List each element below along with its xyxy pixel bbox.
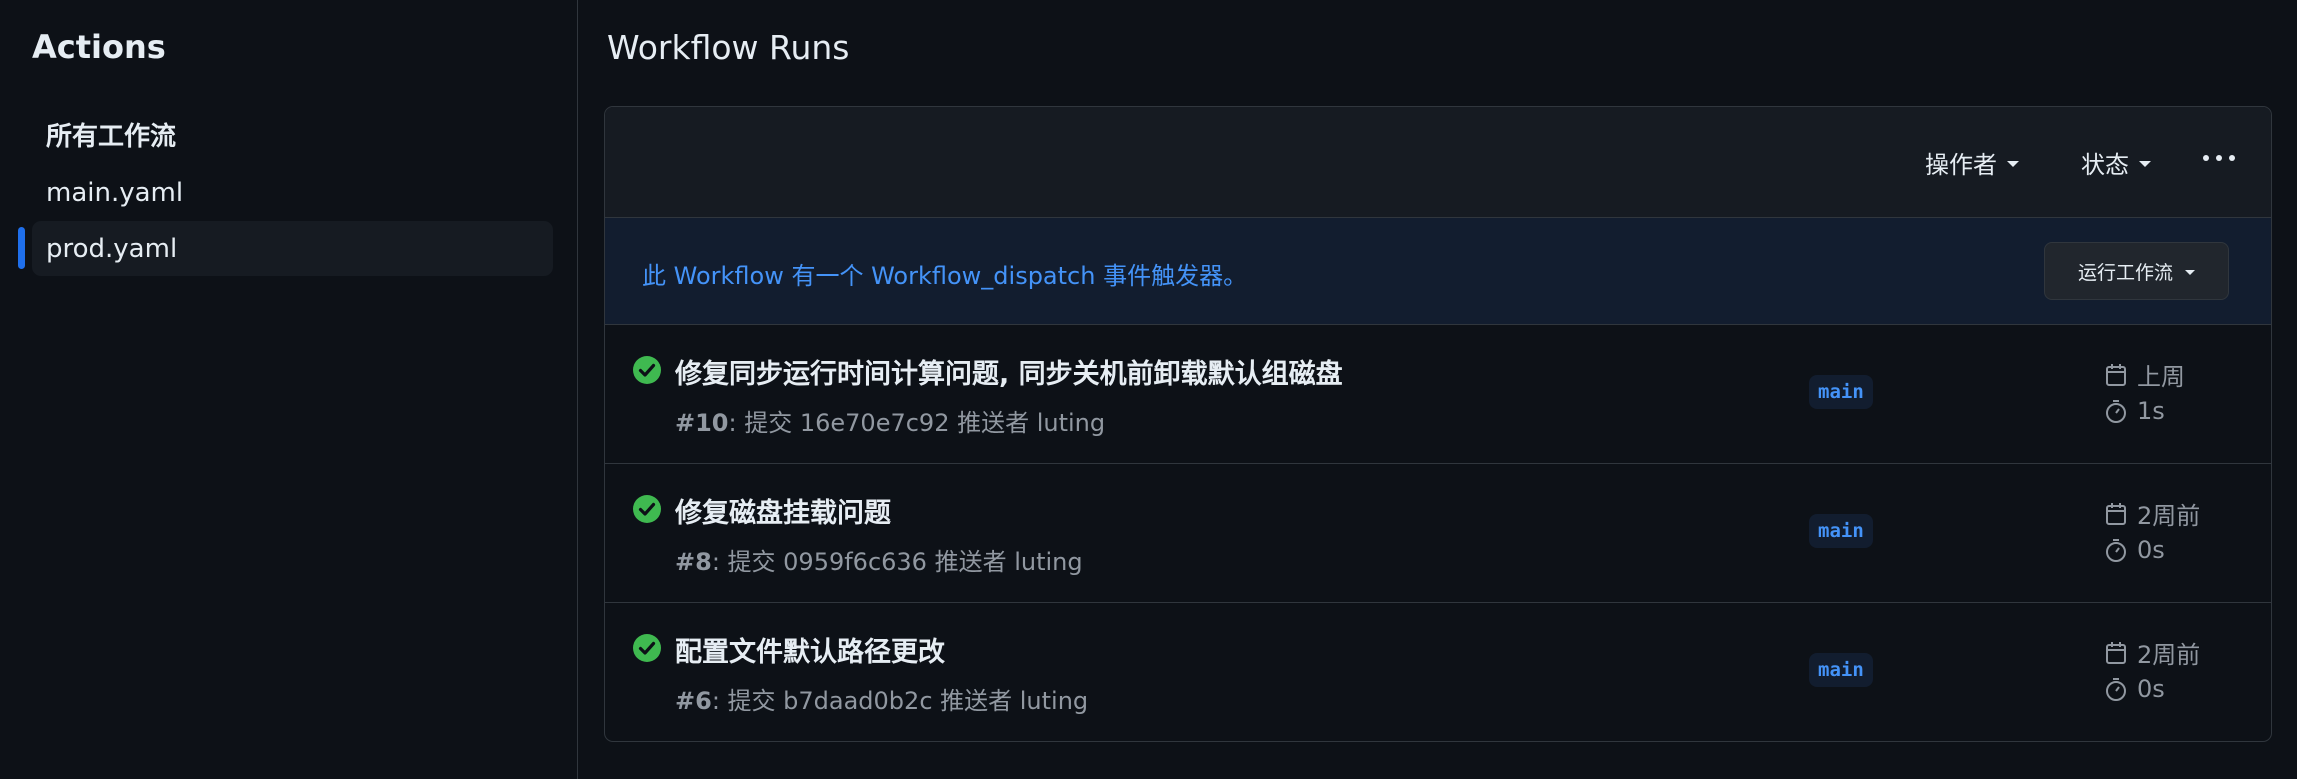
triangle-down-icon xyxy=(2185,269,2195,275)
run-meta: #8: 提交 0959f6c636 推送者 luting xyxy=(675,542,1083,577)
run-time: 上周 xyxy=(2103,357,2185,392)
branch-label[interactable]: main xyxy=(1809,653,1873,687)
check-circle-icon xyxy=(633,495,661,523)
sidebar-item-all-workflows[interactable]: 所有工作流 xyxy=(32,107,553,162)
kebab-horizontal-icon xyxy=(2203,155,2209,161)
stopwatch-icon xyxy=(2106,678,2126,701)
calendar-icon xyxy=(2106,641,2126,664)
branch-label[interactable]: main xyxy=(1809,375,1873,409)
workflow-run-row[interactable]: 配置文件默认路径更改 #6: 提交 b7daad0b2c 推送者 luting … xyxy=(605,603,2271,741)
check-circle-icon xyxy=(633,634,661,662)
actor-filter-label: 操作者 xyxy=(1925,151,1997,179)
more-options-button[interactable] xyxy=(2199,143,2239,173)
run-workflow-label: 运行工作流 xyxy=(2077,261,2173,284)
run-time-label: 2周前 xyxy=(2137,502,2201,530)
run-number: #6 xyxy=(675,687,712,715)
calendar-icon xyxy=(2106,502,2126,525)
stopwatch-icon xyxy=(2106,539,2126,562)
sidebar-item-main-yaml[interactable]: main.yaml xyxy=(32,165,553,220)
run-time-label: 上周 xyxy=(2137,363,2185,391)
status-filter-dropdown[interactable]: 状态 xyxy=(2081,145,2151,180)
panel-header: 操作者 状态 xyxy=(605,107,2271,218)
workflow-dispatch-banner: 此 Workflow 有一个 Workflow_dispatch 事件触发器。 … xyxy=(605,218,2271,325)
workflow-runs-panel: 操作者 状态 此 Workflow 有一个 Workflow_dispatch … xyxy=(604,106,2272,742)
run-workflow-button[interactable]: 运行工作流 xyxy=(2044,242,2229,300)
calendar-icon xyxy=(2106,363,2126,386)
page-title: Workflow Runs xyxy=(607,28,850,67)
app-root: Actions 所有工作流 main.yaml prod.yaml Workfl… xyxy=(0,0,2297,779)
run-commit-info: : 提交 b7daad0b2c 推送者 luting xyxy=(711,687,1089,715)
run-time-label: 2周前 xyxy=(2137,641,2201,669)
selected-indicator xyxy=(18,227,25,269)
run-duration-label: 0s xyxy=(2137,675,2165,703)
dispatch-message: 此 Workflow 有一个 Workflow_dispatch 事件触发器。 xyxy=(642,262,1248,290)
status-filter-label: 状态 xyxy=(2081,151,2129,179)
run-commit-info: : 提交 16e70e7c92 推送者 luting xyxy=(728,409,1106,437)
actor-filter-dropdown[interactable]: 操作者 xyxy=(1925,145,2019,180)
check-circle-icon xyxy=(633,356,661,384)
run-meta: #10: 提交 16e70e7c92 推送者 luting xyxy=(675,403,1105,438)
run-title[interactable]: 修复同步运行时间计算问题, 同步关机前卸载默认组磁盘 xyxy=(675,352,1343,391)
sidebar: Actions 所有工作流 main.yaml prod.yaml xyxy=(0,0,578,779)
triangle-down-icon xyxy=(2139,160,2151,167)
run-time: 2周前 xyxy=(2103,635,2200,670)
branch-label[interactable]: main xyxy=(1809,514,1873,548)
workflow-run-row[interactable]: 修复同步运行时间计算问题, 同步关机前卸载默认组磁盘 #10: 提交 16e70… xyxy=(605,325,2271,464)
stopwatch-icon xyxy=(2106,400,2126,423)
run-time: 2周前 xyxy=(2103,496,2200,531)
triangle-down-icon xyxy=(2007,160,2019,167)
run-duration: 0s xyxy=(2103,675,2165,703)
run-duration-label: 0s xyxy=(2137,536,2165,564)
run-number: #8 xyxy=(675,548,712,576)
run-title[interactable]: 配置文件默认路径更改 xyxy=(675,630,945,669)
run-title[interactable]: 修复磁盘挂载问题 xyxy=(675,491,891,530)
sidebar-title: Actions xyxy=(32,28,166,66)
run-duration: 1s xyxy=(2103,397,2165,425)
run-number: #10 xyxy=(675,409,729,437)
run-commit-info: : 提交 0959f6c636 推送者 luting xyxy=(711,548,1083,576)
workflow-run-row[interactable]: 修复磁盘挂载问题 #8: 提交 0959f6c636 推送者 luting ma… xyxy=(605,464,2271,603)
run-duration-label: 1s xyxy=(2137,397,2165,425)
run-meta: #6: 提交 b7daad0b2c 推送者 luting xyxy=(675,681,1088,716)
run-duration: 0s xyxy=(2103,536,2165,564)
sidebar-item-prod-yaml[interactable]: prod.yaml xyxy=(32,221,553,276)
